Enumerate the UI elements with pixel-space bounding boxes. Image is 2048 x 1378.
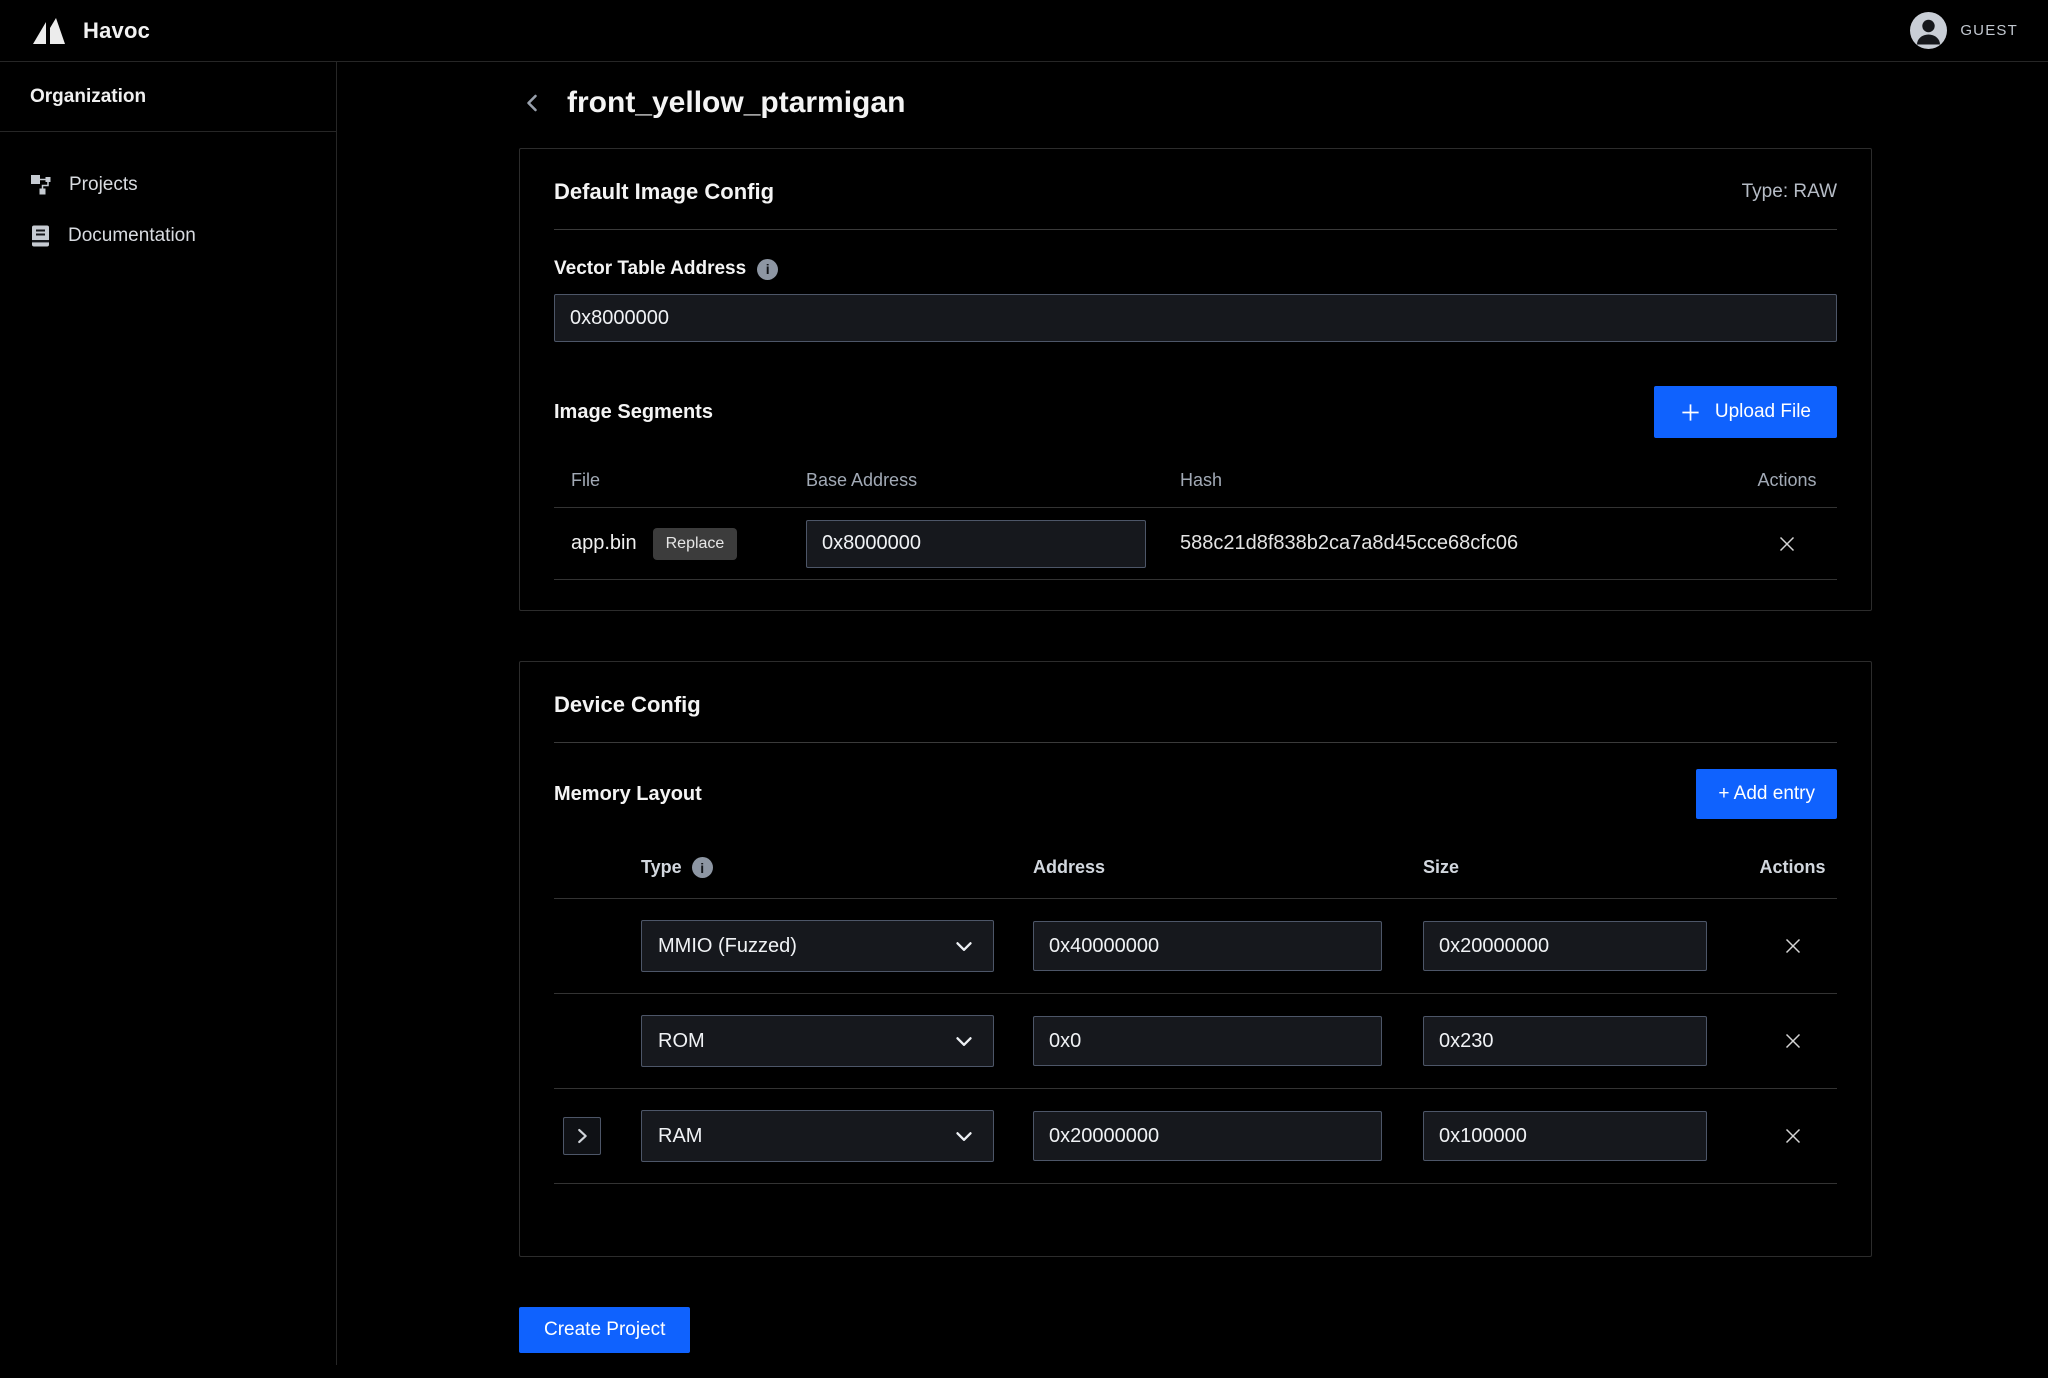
sidebar-item-label: Documentation bbox=[68, 225, 196, 247]
back-button[interactable] bbox=[519, 89, 547, 117]
user-menu[interactable]: GUEST bbox=[1910, 12, 2018, 49]
segment-hash: 588c21d8f838b2ca7a8d45cce68cfc06 bbox=[1180, 532, 1737, 555]
card-title: Default Image Config bbox=[554, 179, 774, 205]
table-row: RAM bbox=[554, 1089, 1837, 1184]
table-row: ROM bbox=[554, 994, 1837, 1089]
brand-name: Havoc bbox=[83, 18, 150, 44]
chevron-down-icon bbox=[951, 1123, 977, 1149]
card-title: Device Config bbox=[554, 692, 701, 718]
default-image-config-card: Default Image Config Type: RAW Vector Ta… bbox=[519, 148, 1872, 611]
main-content: front_yellow_ptarmigan Default Image Con… bbox=[337, 62, 2048, 1365]
close-icon bbox=[1782, 1125, 1804, 1147]
memory-size-input[interactable] bbox=[1423, 1016, 1707, 1066]
memory-type-value: ROM bbox=[658, 1030, 705, 1053]
memory-type-select[interactable]: RAM bbox=[641, 1110, 994, 1162]
segment-file-name: app.bin bbox=[571, 532, 637, 555]
create-project-button[interactable]: Create Project bbox=[519, 1307, 690, 1353]
add-entry-button[interactable]: + Add entry bbox=[1696, 769, 1837, 819]
sidebar-item-projects[interactable]: Projects bbox=[0, 160, 336, 210]
memory-size-input[interactable] bbox=[1423, 1111, 1707, 1161]
info-icon[interactable]: i bbox=[692, 857, 713, 878]
expand-row-button[interactable] bbox=[563, 1117, 601, 1155]
sidebar-section-organization: Organization bbox=[0, 62, 336, 132]
close-icon bbox=[1782, 935, 1804, 957]
memory-layout-title: Memory Layout bbox=[554, 783, 702, 806]
remove-entry-button[interactable] bbox=[1776, 1024, 1810, 1058]
chevron-left-icon bbox=[521, 91, 545, 115]
column-header-actions: Actions bbox=[1737, 470, 1837, 491]
documentation-icon bbox=[30, 224, 51, 248]
column-header-address: Address bbox=[1033, 857, 1423, 878]
upload-file-label: Upload File bbox=[1715, 401, 1811, 423]
sidebar-item-label: Projects bbox=[69, 174, 138, 196]
image-segments-table: File Base Address Hash Actions app.bin R… bbox=[554, 462, 1837, 610]
column-header-file: File bbox=[554, 470, 806, 491]
memory-address-input[interactable] bbox=[1033, 921, 1382, 971]
info-icon[interactable]: i bbox=[757, 259, 778, 280]
image-type-badge: Type: RAW bbox=[1742, 181, 1837, 203]
column-header-type: Type bbox=[641, 857, 682, 878]
table-row: MMIO (Fuzzed) bbox=[554, 899, 1837, 994]
device-config-card: Device Config Memory Layout + Add entry … bbox=[519, 661, 1872, 1257]
remove-segment-button[interactable] bbox=[1770, 527, 1804, 561]
page-title: front_yellow_ptarmigan bbox=[567, 86, 905, 120]
chevron-down-icon bbox=[951, 1028, 977, 1054]
top-bar: Havoc GUEST bbox=[0, 0, 2048, 62]
memory-type-select[interactable]: MMIO (Fuzzed) bbox=[641, 920, 994, 972]
memory-type-select[interactable]: ROM bbox=[641, 1015, 994, 1067]
column-header-hash: Hash bbox=[1180, 470, 1737, 491]
segment-base-address-input[interactable] bbox=[806, 520, 1146, 568]
remove-entry-button[interactable] bbox=[1776, 929, 1810, 963]
memory-layout-table: Type i Address Size Actions MMIO (Fuzzed… bbox=[554, 845, 1837, 1256]
brand-link[interactable]: Havoc bbox=[30, 16, 150, 46]
replace-button[interactable]: Replace bbox=[653, 528, 738, 560]
column-header-size: Size bbox=[1423, 857, 1748, 878]
chevron-right-icon bbox=[571, 1125, 593, 1147]
memory-address-input[interactable] bbox=[1033, 1016, 1382, 1066]
havoc-logo-icon bbox=[30, 16, 70, 46]
close-icon bbox=[1776, 533, 1798, 555]
memory-type-value: MMIO (Fuzzed) bbox=[658, 935, 797, 958]
table-row: app.bin Replace 588c21d8f838b2ca7a8d45cc… bbox=[554, 508, 1837, 580]
upload-file-button[interactable]: Upload File bbox=[1654, 386, 1837, 438]
sidebar: Organization Projects bbox=[0, 62, 337, 1365]
vector-table-address-label: Vector Table Address bbox=[554, 258, 746, 280]
plus-icon bbox=[1680, 402, 1701, 423]
memory-type-value: RAM bbox=[658, 1125, 702, 1148]
chevron-down-icon bbox=[951, 933, 977, 959]
sidebar-item-documentation[interactable]: Documentation bbox=[0, 210, 336, 262]
vector-table-address-input[interactable] bbox=[554, 294, 1837, 342]
memory-address-input[interactable] bbox=[1033, 1111, 1382, 1161]
memory-size-input[interactable] bbox=[1423, 921, 1707, 971]
avatar-icon bbox=[1910, 12, 1947, 49]
column-header-actions: Actions bbox=[1748, 857, 1837, 878]
close-icon bbox=[1782, 1030, 1804, 1052]
projects-icon bbox=[30, 174, 52, 196]
remove-entry-button[interactable] bbox=[1776, 1119, 1810, 1153]
user-name: GUEST bbox=[1960, 22, 2018, 39]
column-header-base-address: Base Address bbox=[806, 470, 1180, 491]
image-segments-title: Image Segments bbox=[554, 401, 713, 424]
